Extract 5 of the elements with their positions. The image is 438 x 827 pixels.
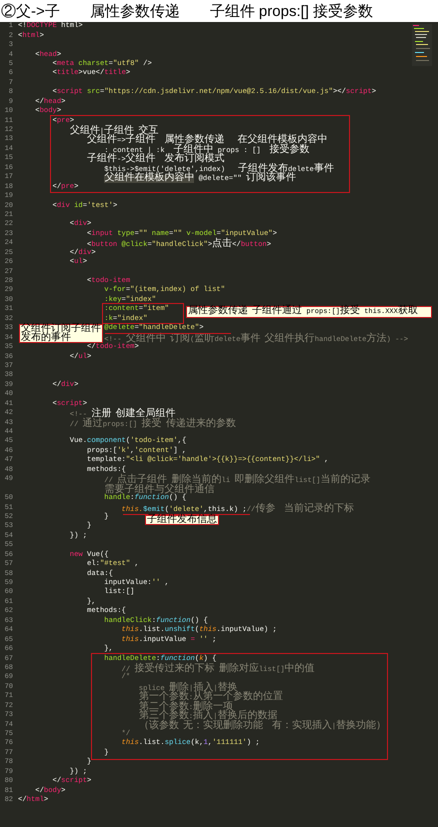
code-line: 需要子组件与父组件通信: [104, 486, 214, 493]
minimap[interactable]: [412, 24, 432, 66]
page-title: ②父->子 属性参数传递 子组件 props:[] 接受参数: [1, 4, 374, 18]
callout-note: 子组件发布信息: [145, 514, 219, 526]
callout-note: 父组件订阅子组件发布的事件: [19, 324, 103, 344]
